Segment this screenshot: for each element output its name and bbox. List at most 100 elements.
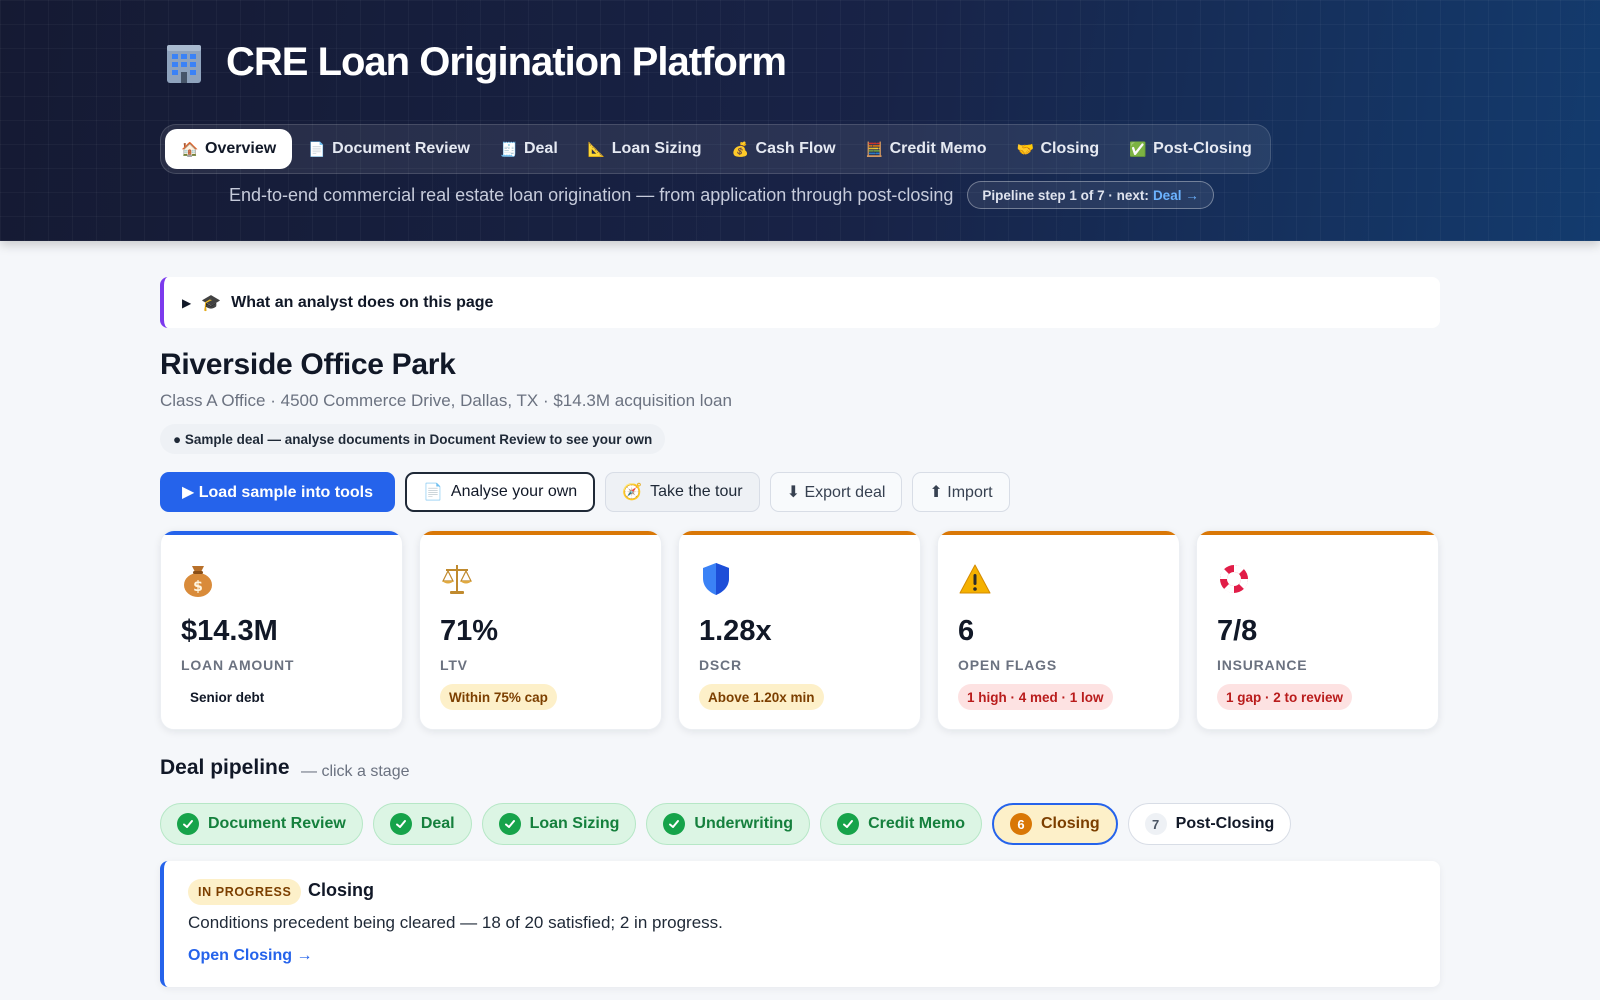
deal-description: Class A Office · 4500 Commerce Drive, Da…: [160, 391, 732, 410]
card-accent-bar: [679, 531, 920, 535]
check-icon: [498, 813, 521, 835]
check-box-icon: ✅: [1129, 140, 1147, 157]
office-building-icon: [164, 42, 204, 84]
check-icon: [389, 813, 412, 835]
take-tour-button[interactable]: 🧭 Take the tour: [605, 472, 760, 512]
kpi-badge: Above 1.20x min: [699, 684, 824, 710]
stage-post-closing[interactable]: 7 Post-Closing: [1127, 803, 1292, 845]
tab-deal[interactable]: 🧾 Deal: [486, 129, 572, 169]
kpi-card-dscr: 1.28x DSCR Above 1.20x min: [678, 530, 921, 730]
stage-underwriting[interactable]: Underwriting: [646, 803, 811, 845]
compass-icon: 🧭: [622, 484, 643, 501]
stage-credit-memo[interactable]: Credit Memo: [820, 803, 982, 845]
life-ring-icon: [1217, 561, 1251, 597]
tab-label: Deal: [523, 140, 558, 157]
tab-overview[interactable]: 🏠 Overview: [165, 129, 293, 169]
money-bag-icon: $: [181, 561, 215, 597]
stage-loan-sizing[interactable]: Loan Sizing: [481, 803, 637, 845]
tab-label: Document Review: [332, 140, 470, 157]
stage-label: Post-Closing: [1175, 815, 1275, 832]
stage-label: Closing: [1040, 815, 1100, 832]
stage-detail-panel: IN PROGRESS Closing Conditions precedent…: [160, 861, 1440, 987]
kpi-badge: 1 high · 4 med · 1 low: [958, 684, 1113, 710]
tab-label: Closing: [1040, 140, 1100, 157]
kpi-label: LTV: [440, 657, 468, 673]
tab-label: Cash Flow: [755, 140, 836, 157]
graduation-cap-icon: 🎓: [201, 294, 222, 312]
kpi-value: 7/8: [1217, 615, 1258, 647]
house-icon: 🏠: [181, 140, 199, 157]
kpi-cards: $ $14.3M LOAN AMOUNT Senior debt 71% LTV…: [160, 530, 1439, 730]
kpi-card-insurance: 7/8 INSURANCE 1 gap · 2 to review: [1196, 530, 1439, 730]
kpi-value: 71%: [440, 615, 499, 647]
tab-post-closing[interactable]: ✅ Post-Closing: [1115, 129, 1266, 169]
tab-label: Overview: [205, 140, 277, 157]
kpi-label: DSCR: [699, 657, 742, 673]
scales-icon: [440, 561, 474, 597]
kpi-value: 6: [958, 615, 975, 647]
kpi-value: $14.3M: [181, 615, 278, 647]
kpi-badge: 1 gap · 2 to review: [1217, 684, 1353, 710]
pipeline-title: Deal pipeline: [160, 756, 290, 779]
analyse-own-button[interactable]: 📄 Analyse your own: [404, 472, 596, 512]
warning-icon: [958, 561, 992, 597]
stage-label: Deal: [420, 815, 455, 832]
app-title: CRE Loan Origination Platform: [226, 40, 787, 84]
tab-document-review[interactable]: 📄 Document Review: [294, 129, 484, 169]
stage-label: Underwriting: [694, 815, 794, 832]
stage-document-review[interactable]: Document Review: [160, 803, 363, 845]
stage-label: Document Review: [208, 815, 346, 832]
kpi-label: OPEN FLAGS: [958, 657, 1058, 673]
sample-deal-note: ● Sample deal — analyse documents in Doc…: [160, 424, 666, 454]
export-deal-button[interactable]: ⬇ Export deal: [769, 472, 903, 512]
document-icon: 📄: [422, 484, 443, 501]
document-icon: 📄: [308, 140, 326, 157]
analyst-guide-toggle[interactable]: ▶ 🎓 What an analyst does on this page: [160, 277, 1440, 328]
tab-label: Post-Closing: [1153, 140, 1252, 157]
check-icon: [663, 813, 686, 835]
stage-closing[interactable]: 6 Closing: [991, 803, 1118, 845]
check-icon: [177, 813, 199, 835]
handshake-icon: 🤝: [1016, 140, 1034, 157]
kpi-label: LOAN AMOUNT: [181, 657, 295, 673]
abacus-icon: 🧮: [865, 140, 883, 157]
stage-number: 7: [1144, 813, 1167, 835]
kpi-card-open-flags: 6 OPEN FLAGS 1 high · 4 med · 1 low: [937, 530, 1180, 730]
analyse-own-label: Analyse your own: [450, 483, 578, 500]
stage-detail-title: Closing: [308, 880, 374, 900]
subtitle-row: End-to-end commercial real estate loan o…: [229, 181, 1214, 209]
status-badge: IN PROGRESS: [188, 879, 302, 905]
card-accent-bar: [420, 531, 661, 535]
kpi-badge: Within 75% cap: [440, 684, 557, 710]
kpi-card-loan-amount: $ $14.3M LOAN AMOUNT Senior debt: [160, 530, 403, 730]
app-subtitle: End-to-end commercial real estate loan o…: [229, 184, 954, 205]
tab-loan-sizing[interactable]: 📐 Loan Sizing: [574, 129, 716, 169]
pipeline-step-text: Pipeline step 1 of 7 · next:: [982, 187, 1149, 203]
stage-label: Loan Sizing: [529, 815, 620, 832]
tab-cash-flow[interactable]: 💰 Cash Flow: [718, 129, 850, 169]
pipeline-hint: — click a stage: [301, 763, 410, 780]
pipeline-next-link[interactable]: Deal →: [1153, 188, 1199, 203]
pipeline-step-pill: Pipeline step 1 of 7 · next: Deal →: [967, 181, 1214, 209]
stage-label: Credit Memo: [868, 815, 965, 832]
stage-deal[interactable]: Deal: [372, 803, 472, 845]
open-closing-link[interactable]: Open Closing →: [188, 947, 312, 965]
load-sample-button[interactable]: ▶ Load sample into tools: [160, 472, 395, 512]
title-row: CRE Loan Origination Platform: [164, 40, 787, 85]
tab-closing[interactable]: 🤝 Closing: [1002, 129, 1113, 169]
app-header: CRE Loan Origination Platform 🏠 Overview…: [0, 0, 1600, 241]
tab-credit-memo[interactable]: 🧮 Credit Memo: [852, 129, 1001, 169]
tab-label: Credit Memo: [889, 140, 987, 157]
money-bag-icon: 💰: [731, 140, 749, 157]
receipt-icon: 🧾: [499, 140, 518, 157]
kpi-label: INSURANCE: [1217, 657, 1308, 673]
main-tabs: 🏠 Overview 📄 Document Review 🧾 Deal 📐 Lo…: [160, 124, 1271, 174]
tab-label: Loan Sizing: [611, 140, 702, 157]
take-tour-label: Take the tour: [650, 483, 743, 500]
card-accent-bar: [1197, 531, 1438, 535]
check-icon: [837, 813, 860, 835]
kpi-card-ltv: 71% LTV Within 75% cap: [419, 530, 662, 730]
import-button[interactable]: ⬆ Import: [912, 472, 1010, 512]
kpi-value: 1.28x: [699, 615, 772, 647]
kpi-badge: Senior debt: [190, 689, 265, 705]
